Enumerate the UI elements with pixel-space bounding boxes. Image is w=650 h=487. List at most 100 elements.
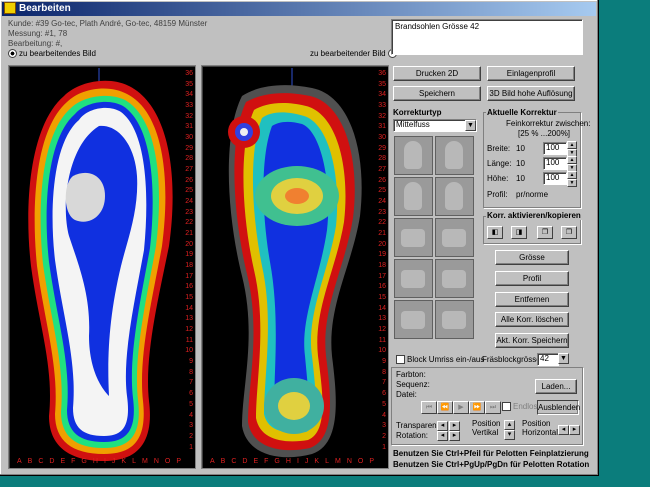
position-vertikal-label: Position Vertikal <box>472 419 501 437</box>
fein-range: [25 % ...200%] <box>518 129 571 138</box>
vertikal-up-icon[interactable]: ▴ <box>504 420 515 430</box>
skip-forward-icon[interactable]: ⏭ <box>485 401 501 414</box>
laenge-pct: 100 <box>546 158 560 167</box>
breite-input[interactable]: 100 <box>543 142 567 155</box>
col-letter: G <box>81 458 87 465</box>
transparenz-right-icon[interactable]: ▸ <box>449 421 460 431</box>
endlos-checkbox[interactable]: Endlos <box>502 402 537 412</box>
row-number: 18 <box>185 262 193 270</box>
entfernen-button[interactable]: Entfernen <box>495 292 569 307</box>
messung-label: Messung: #1, 78 <box>8 29 68 38</box>
korrektur-thumb[interactable] <box>394 218 433 257</box>
row-number: 13 <box>185 315 193 323</box>
notes-textarea[interactable]: Brandsohlen Grösse 42 <box>391 19 583 55</box>
korrektur-thumb[interactable] <box>394 259 433 298</box>
grosse-button[interactable]: Grösse <box>495 250 569 265</box>
row-number: 26 <box>378 176 386 184</box>
speichern-button[interactable]: Speichern <box>393 86 481 101</box>
akt-speichern-button[interactable]: Akt. Korr. Speichern <box>495 333 569 348</box>
hoehe-spinner[interactable]: ▲ ▼ <box>567 171 577 187</box>
foot-panel-right[interactable]: 36 35 34 33 32 31 30 29 28 27 26 25 24 23 22 21 20 19 18 17… <box>201 65 389 469</box>
chevron-down-icon[interactable]: ▼ <box>465 120 476 131</box>
position-horizontal-label: Position Horizontal <box>522 419 559 437</box>
korrektur-thumb[interactable] <box>394 300 433 339</box>
alle-loeschen-button[interactable]: Alle Korr. löschen <box>495 312 569 327</box>
activate-left-icon[interactable]: ◧ <box>487 226 503 239</box>
hint-line-2: Benutzen Sie Ctrl+PgUp/PgDn für Pelotten… <box>393 460 590 469</box>
editor-window: Bearbeiten Kunde: #39 Go-tec, Plath Andr… <box>0 0 599 476</box>
laenge-input[interactable]: 100 <box>543 157 567 170</box>
row-number: 9 <box>382 358 386 366</box>
rotation-right-icon[interactable]: ▸ <box>449 431 460 441</box>
col-letter: J <box>304 458 309 465</box>
row-number: 22 <box>185 219 193 227</box>
block-umriss-label: Block Umriss ein-/aus <box>407 355 485 364</box>
transparenz-left-icon[interactable]: ◂ <box>437 421 448 431</box>
foot-panel-left[interactable]: 36 35 34 33 32 31 30 29 28 27 26 25 24 23 22 21 20 19 18 17… <box>8 65 196 469</box>
row-number: 27 <box>185 166 193 174</box>
row-number: 35 <box>378 80 386 88</box>
col-letter: M <box>141 458 148 465</box>
col-letter: A <box>17 458 22 465</box>
hohe-aufloesung-button[interactable]: 3D Bild hohe Auflösung <box>487 86 575 101</box>
row-number: 31 <box>185 123 193 131</box>
row-number: 29 <box>378 144 386 152</box>
horizontal-left-icon[interactable]: ◂ <box>558 425 569 435</box>
row-number: 33 <box>378 102 386 110</box>
rewind-icon[interactable]: ⏪ <box>437 401 453 414</box>
copy-left-icon[interactable]: ❐ <box>537 226 553 239</box>
hoehe-value: 10 <box>516 174 525 183</box>
row-number: 12 <box>185 326 193 334</box>
korrektur-thumb[interactable] <box>435 218 474 257</box>
col-letter: C <box>231 458 237 465</box>
chevron-down-icon[interactable]: ▼ <box>558 353 569 364</box>
sequenz-label: Sequenz: <box>396 380 430 389</box>
row-number: 16 <box>185 283 193 291</box>
col-letter: D <box>49 458 55 465</box>
row-number: 9 <box>189 358 193 366</box>
rotation-left-icon[interactable]: ◂ <box>437 431 448 441</box>
copy-right-icon[interactable]: ❐ <box>561 226 577 239</box>
row-number: 2 <box>189 432 193 440</box>
row-number: 24 <box>378 198 386 206</box>
row-number: 15 <box>185 294 193 302</box>
row-number: 24 <box>185 198 193 206</box>
row-number: 30 <box>378 134 386 142</box>
row-number: 29 <box>185 144 193 152</box>
col-letter: P <box>176 458 181 465</box>
korrektur-thumb[interactable] <box>435 177 474 216</box>
fraesblock-label: Fräsblockgrösse <box>482 355 541 364</box>
laden-button[interactable]: Laden... <box>535 379 577 394</box>
skip-back-icon[interactable]: ⏮ <box>421 401 437 414</box>
bearbeitung-label: Bearbeitung: #, <box>8 39 63 48</box>
col-letters-right: ABCDEFGHIJKLMNOP <box>210 458 374 465</box>
korrektur-thumb[interactable] <box>394 136 433 175</box>
row-number: 6 <box>382 390 386 398</box>
row-number: 36 <box>185 70 193 77</box>
col-letter: K <box>314 458 320 465</box>
korrektur-thumb[interactable] <box>435 136 474 175</box>
korrektur-thumb[interactable] <box>435 300 474 339</box>
fast-forward-icon[interactable]: ⏩ <box>469 401 485 414</box>
profil-button[interactable]: Profil <box>495 271 569 286</box>
vertikal-down-icon[interactable]: ▾ <box>504 430 515 440</box>
row-number: 3 <box>382 422 386 430</box>
horizontal-right-icon[interactable]: ▸ <box>569 425 580 435</box>
korrektur-thumb[interactable] <box>435 259 474 298</box>
activate-right-icon[interactable]: ◨ <box>511 226 527 239</box>
ausblenden-button[interactable]: Ausblenden <box>537 400 580 415</box>
korrektur-thumb[interactable] <box>394 177 433 216</box>
radio-left[interactable]: zu bearbeitendes Bild <box>8 49 96 59</box>
fraesblock-select[interactable]: 42 <box>537 353 559 366</box>
drucken-button[interactable]: Drucken 2D <box>393 66 481 81</box>
row-number: 1 <box>189 443 193 451</box>
korrekturtyp-select[interactable]: Mittelfuss ▼ <box>393 119 477 132</box>
breite-spinner[interactable]: ▲ ▼ <box>567 141 577 157</box>
laenge-spinner[interactable]: ▲ ▼ <box>567 156 577 172</box>
row-number: 32 <box>185 112 193 120</box>
block-umriss-checkbox[interactable]: Block Umriss ein-/aus <box>396 355 485 365</box>
radio-right[interactable]: zu bearbeitender Bild <box>310 49 399 59</box>
hoehe-input[interactable]: 100 <box>543 172 567 185</box>
einlagenprofil-button[interactable]: Einlagenprofil <box>487 66 575 81</box>
play-icon[interactable]: ▶ <box>453 401 469 414</box>
